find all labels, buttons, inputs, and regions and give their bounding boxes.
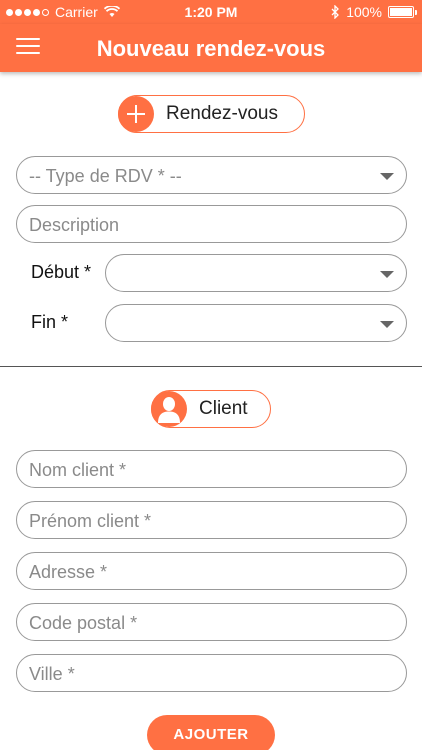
client-firstname-input[interactable]: Prénom client * [16,501,407,539]
chevron-down-icon [380,173,394,180]
client-section-label: Client [199,398,248,419]
description-input[interactable]: Description [16,205,407,243]
nav-bar: Nouveau rendez-vous [0,24,422,72]
bluetooth-icon [331,5,340,19]
battery-icon [388,6,417,18]
chevron-down-icon [380,271,394,278]
plus-icon [118,96,154,132]
end-label: Fin * [31,312,69,332]
add-button[interactable]: AJOUTER [147,715,275,750]
appointment-type-select[interactable]: -- Type de RDV * -- [16,156,407,194]
battery-percent: 100% [346,4,382,20]
appointment-type-value: -- Type de RDV * -- [29,166,182,186]
appointment-section-label: Rendez-vous [166,103,278,124]
postal-code-placeholder: Code postal * [29,613,138,633]
client-section-header: Client [151,390,271,428]
address-input[interactable]: Adresse * [16,552,407,590]
status-bar: Carrier 1:20 PM 100% [0,0,422,24]
end-datetime-select[interactable] [105,304,407,342]
client-firstname-placeholder: Prénom client * [29,511,152,531]
battery-info: 100% [331,4,417,20]
start-datetime-select[interactable] [105,254,407,292]
client-lastname-input[interactable]: Nom client * [16,450,407,488]
description-placeholder: Description [29,215,120,235]
start-label: Début * [31,262,92,282]
user-icon [151,391,187,427]
client-lastname-placeholder: Nom client * [29,460,127,480]
postal-code-input[interactable]: Code postal * [16,603,407,641]
chevron-down-icon [380,321,394,328]
section-divider [0,366,422,367]
appointment-section-header: Rendez-vous [118,95,305,133]
page-title: Nouveau rendez-vous [96,36,326,61]
address-placeholder: Adresse * [29,562,108,582]
city-input[interactable]: Ville * [16,654,407,692]
city-placeholder: Ville * [29,664,75,684]
